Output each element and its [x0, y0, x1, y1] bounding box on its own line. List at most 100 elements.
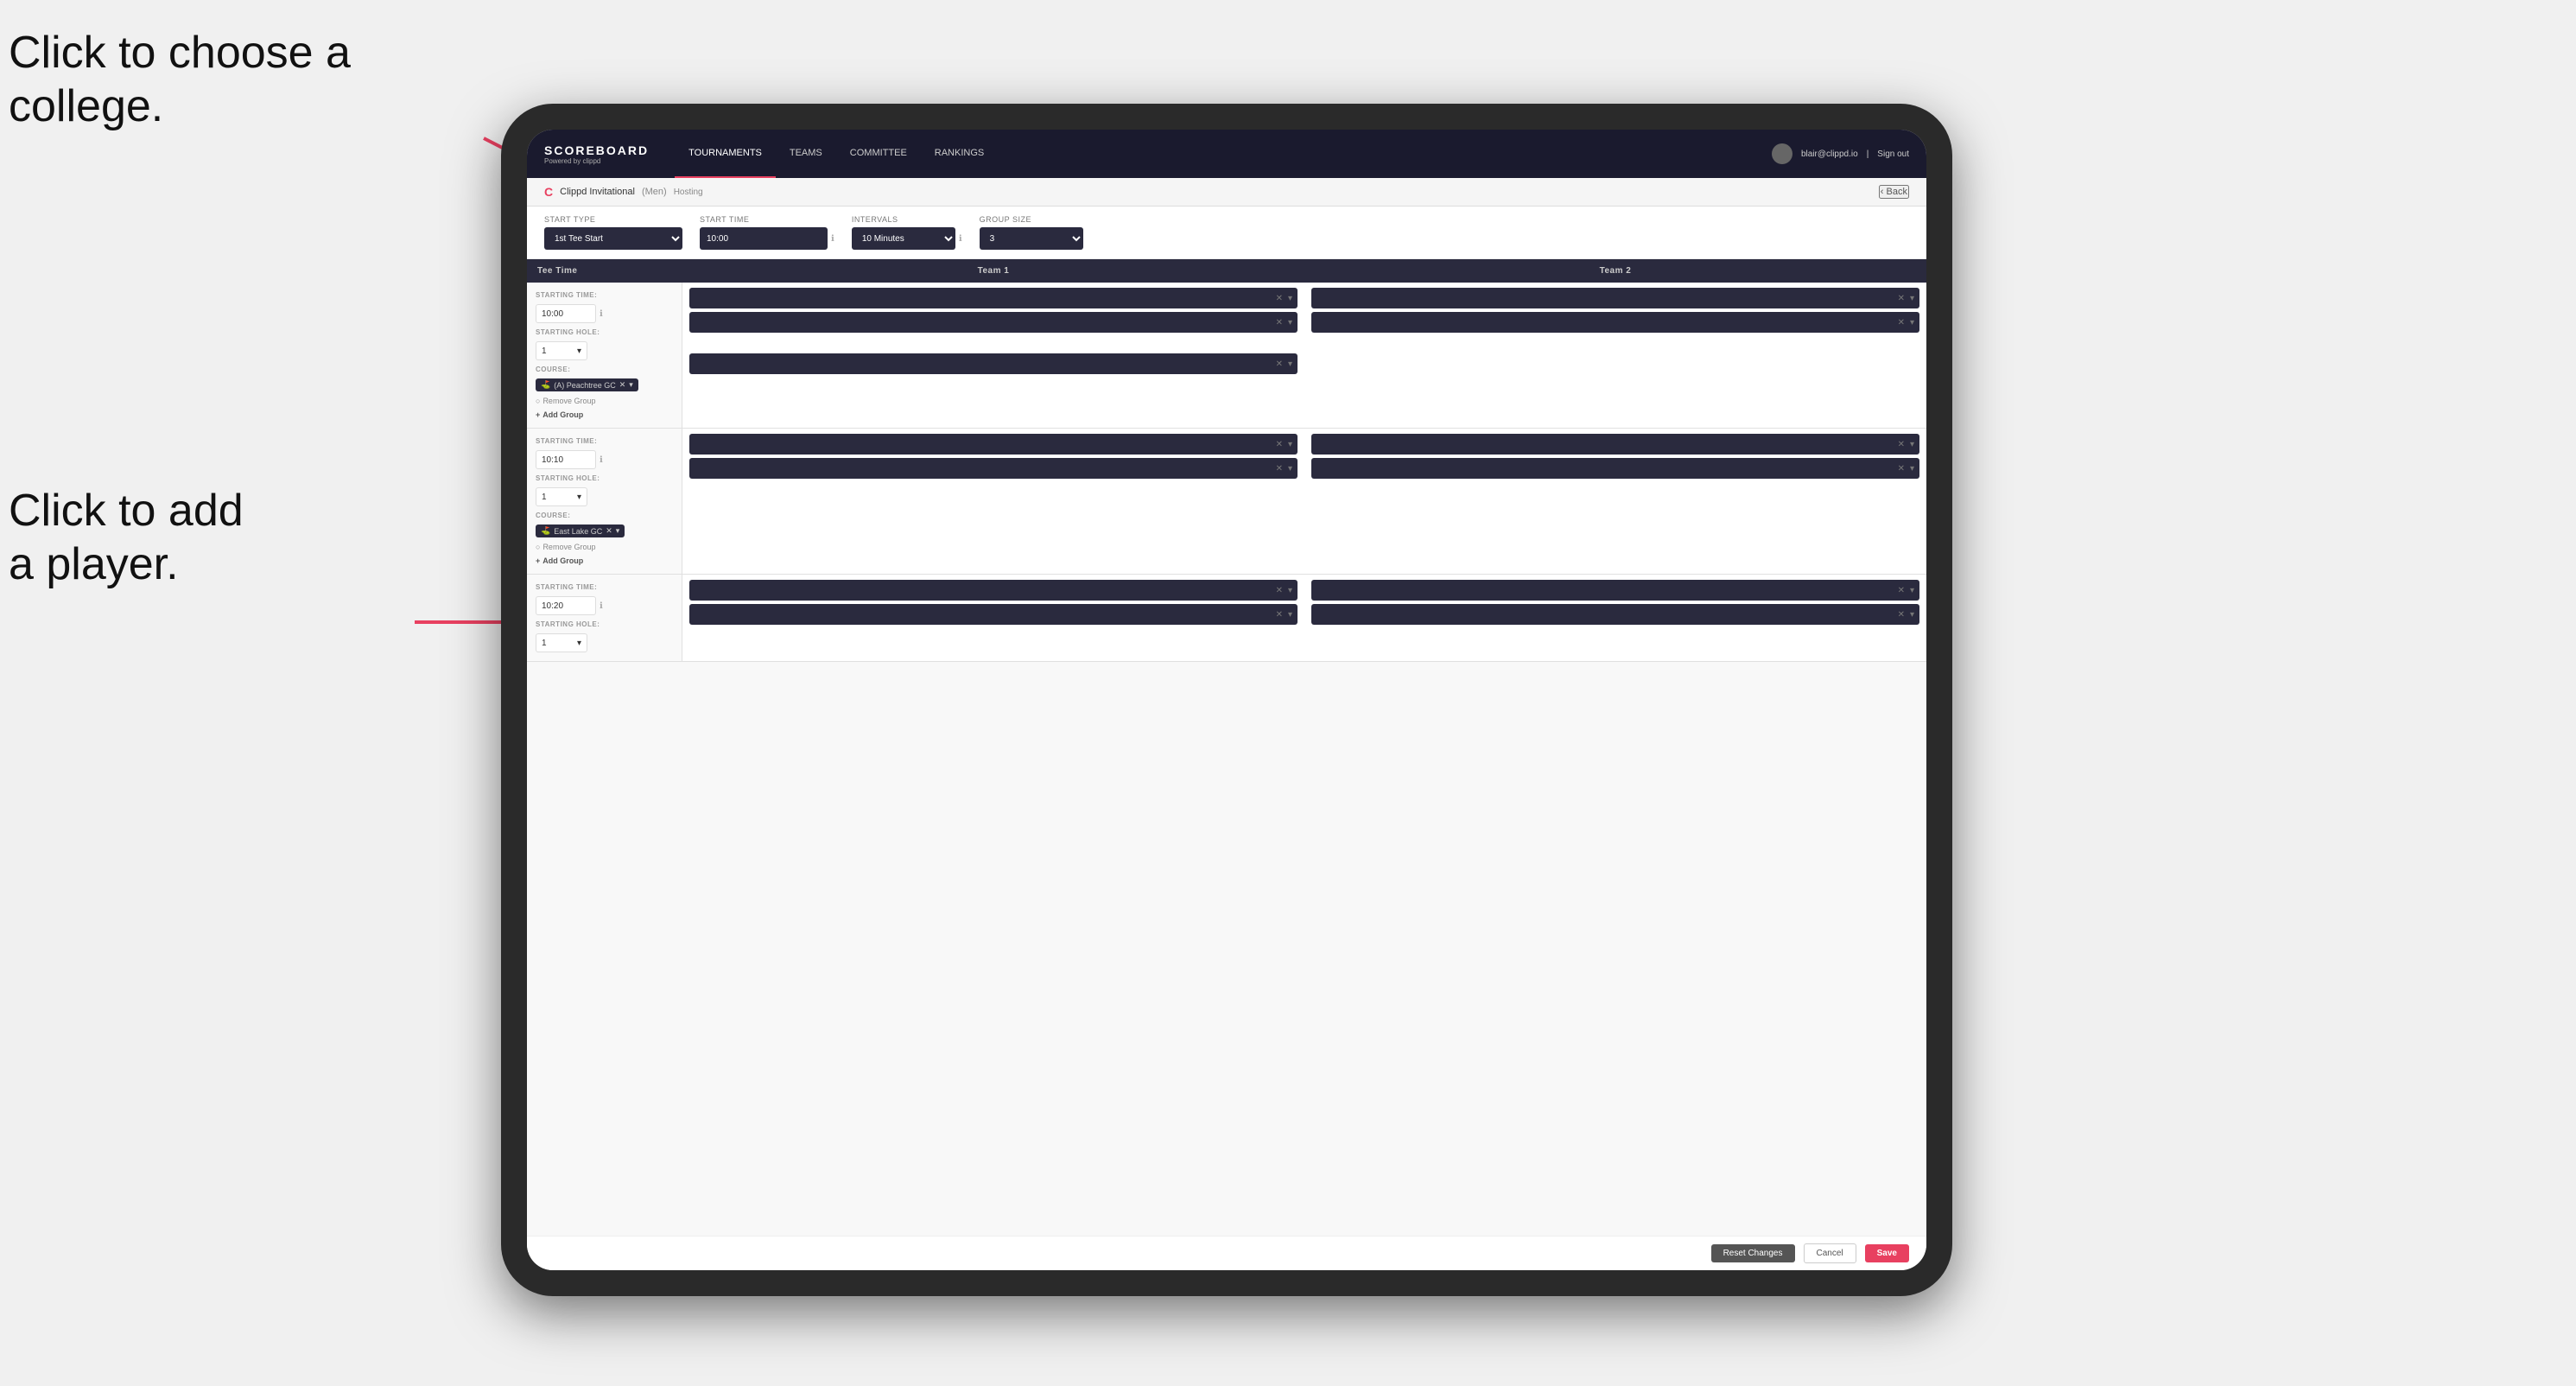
slot-chevron-btn-1-2[interactable]: ▾ [1288, 318, 1292, 327]
group-size-select[interactable]: 3 [980, 227, 1083, 250]
brand: SCOREBOARD Powered by clippd [544, 143, 649, 165]
hole-select-2[interactable]: 1 ▾ [536, 487, 587, 506]
player-slot-1-1[interactable]: ✕ ▾ [689, 288, 1298, 308]
course-chevron-2[interactable]: ▾ [616, 526, 620, 536]
team2-slot-3-2[interactable]: ✕ ▾ [1311, 604, 1919, 625]
team2-slot-1-2[interactable]: ✕ ▾ [1311, 312, 1919, 333]
starting-time-input-2[interactable] [536, 450, 596, 469]
nav-teams[interactable]: TEAMS [776, 130, 836, 178]
course-row-1: ⛳ (A) Peachtree GC ✕ ▾ [536, 378, 673, 391]
slot-chevron-btn-2-2[interactable]: ▾ [1288, 464, 1292, 474]
slot-chevron-btn-2-1[interactable]: ▾ [1288, 440, 1292, 449]
starting-time-input-1[interactable] [536, 304, 596, 323]
table-header: Tee Time Team 1 Team 2 [527, 259, 1926, 283]
team2-col-2: ✕ ▾ ✕ ▾ [1304, 429, 1926, 574]
start-type-label: Start Type [544, 215, 682, 224]
course-chevron-1[interactable]: ▾ [629, 380, 633, 390]
remove-group-btn-1[interactable]: ○ Remove Group [536, 397, 673, 405]
course-slot-chevron-1[interactable]: ▾ [1288, 359, 1292, 369]
table-row: STARTING TIME: ℹ STARTING HOLE: 1 ▾ COUR… [527, 429, 1926, 575]
start-time-input[interactable] [700, 227, 828, 250]
nav-rankings[interactable]: RANKINGS [921, 130, 998, 178]
time-info-icon-2: ℹ [600, 455, 603, 465]
tablet-screen: SCOREBOARD Powered by clippd TOURNAMENTS… [527, 130, 1926, 1270]
team2-slot-x-3-2[interactable]: ✕ [1898, 610, 1905, 620]
player-slot-3-1[interactable]: ✕ ▾ [689, 580, 1298, 601]
team2-slot-chevron-3-2[interactable]: ▾ [1910, 610, 1914, 620]
slot-chevron-btn-1-1[interactable]: ▾ [1288, 294, 1292, 303]
tablet-device: SCOREBOARD Powered by clippd TOURNAMENTS… [501, 104, 1952, 1296]
team2-slot-x-2-1[interactable]: ✕ [1898, 440, 1905, 449]
course-flag-icon-2: ⛳ [541, 526, 550, 536]
course-remove-x-2[interactable]: ✕ [606, 526, 612, 536]
hole-chevron-1: ▾ [577, 346, 581, 356]
add-icon-1: + [536, 410, 540, 419]
slot-x-btn-3-1[interactable]: ✕ [1276, 586, 1283, 595]
hole-value-1: 1 [542, 346, 547, 356]
remove-group-btn-2[interactable]: ○ Remove Group [536, 543, 673, 551]
course-remove-x-1[interactable]: ✕ [619, 380, 626, 390]
table-row: STARTING TIME: ℹ STARTING HOLE: 1 ▾ ✕ ▾ [527, 575, 1926, 662]
add-group-btn-1[interactable]: + Add Group [536, 410, 673, 419]
team2-slot-3-1[interactable]: ✕ ▾ [1311, 580, 1919, 601]
hole-value-3: 1 [542, 639, 547, 648]
brand-sub: Powered by clippd [544, 157, 649, 165]
team2-slot-2-1[interactable]: ✕ ▾ [1311, 434, 1919, 455]
course-tag-1[interactable]: ⛳ (A) Peachtree GC ✕ ▾ [536, 378, 638, 391]
hole-chevron-2: ▾ [577, 493, 581, 502]
hole-select-3[interactable]: 1 ▾ [536, 633, 587, 652]
sub-header: C Clippd Invitational (Men) Hosting ‹ Ba… [527, 178, 1926, 207]
slot-chevron-btn-3-1[interactable]: ▾ [1288, 586, 1292, 595]
nav-committee[interactable]: COMMITTEE [836, 130, 921, 178]
slot-x-btn-3-2[interactable]: ✕ [1276, 610, 1283, 620]
annotation-add-player: Click to add a player. [9, 484, 244, 592]
course-tag-2[interactable]: ⛳ East Lake GC ✕ ▾ [536, 525, 625, 537]
course-slot-1[interactable]: ✕ ▾ [689, 353, 1298, 374]
save-button[interactable]: Save [1865, 1244, 1909, 1262]
team2-slot-chevron-1-2[interactable]: ▾ [1910, 318, 1914, 327]
add-group-btn-2[interactable]: + Add Group [536, 556, 673, 565]
sign-out-link[interactable]: Sign out [1877, 149, 1909, 159]
team2-slot-x-2-2[interactable]: ✕ [1898, 464, 1905, 474]
team2-col-1: ✕ ▾ ✕ ▾ [1304, 283, 1926, 428]
time-input-row-2: ℹ [536, 450, 673, 469]
start-type-group: Start Type 1st Tee Start [544, 215, 682, 250]
player-slot-1-2[interactable]: ✕ ▾ [689, 312, 1298, 333]
back-button[interactable]: ‹ Back [1879, 185, 1909, 199]
player-slot-3-2[interactable]: ✕ ▾ [689, 604, 1298, 625]
team2-slot-chevron-1-1[interactable]: ▾ [1910, 294, 1914, 303]
time-info-icon-1: ℹ [600, 309, 603, 319]
team2-slot-chevron-2-1[interactable]: ▾ [1910, 440, 1914, 449]
slot-x-btn-2-1[interactable]: ✕ [1276, 440, 1283, 449]
course-name-1: (A) Peachtree GC [554, 381, 616, 390]
team1-col-1: ✕ ▾ ✕ ▾ ✕ ▾ [682, 283, 1304, 428]
nav-tournaments[interactable]: TOURNAMENTS [675, 130, 776, 178]
intervals-select[interactable]: 10 Minutes [852, 227, 955, 250]
team2-slot-chevron-2-2[interactable]: ▾ [1910, 464, 1914, 474]
intervals-label: Intervals [852, 215, 962, 224]
starting-time-input-3[interactable] [536, 596, 596, 615]
slot-chevron-btn-3-2[interactable]: ▾ [1288, 610, 1292, 620]
starting-time-label-2: STARTING TIME: [536, 437, 673, 445]
hole-select-1[interactable]: 1 ▾ [536, 341, 587, 360]
slot-x-btn-1-1[interactable]: ✕ [1276, 294, 1283, 303]
team2-slot-x-1-2[interactable]: ✕ [1898, 318, 1905, 327]
team2-slot-2-2[interactable]: ✕ ▾ [1311, 458, 1919, 479]
cancel-button[interactable]: Cancel [1804, 1243, 1856, 1263]
course-label-1: COURSE: [536, 366, 673, 373]
slot-x-btn-1-2[interactable]: ✕ [1276, 318, 1283, 327]
team2-slot-x-3-1[interactable]: ✕ [1898, 586, 1905, 595]
team2-slot-x-1-1[interactable]: ✕ [1898, 294, 1905, 303]
course-slot-x-1[interactable]: ✕ [1276, 359, 1283, 369]
starting-hole-label-3: STARTING HOLE: [536, 620, 673, 628]
start-type-select[interactable]: 1st Tee Start [544, 227, 682, 250]
player-slot-2-2[interactable]: ✕ ▾ [689, 458, 1298, 479]
reset-button[interactable]: Reset Changes [1711, 1244, 1795, 1262]
hosting-label: Hosting [674, 188, 703, 197]
slot-x-btn-2-2[interactable]: ✕ [1276, 464, 1283, 474]
intervals-info-icon: ℹ [959, 234, 962, 244]
team2-slot-chevron-3-1[interactable]: ▾ [1910, 586, 1914, 595]
team2-slot-1-1[interactable]: ✕ ▾ [1311, 288, 1919, 308]
group-size-label: Group Size [980, 215, 1083, 224]
player-slot-2-1[interactable]: ✕ ▾ [689, 434, 1298, 455]
